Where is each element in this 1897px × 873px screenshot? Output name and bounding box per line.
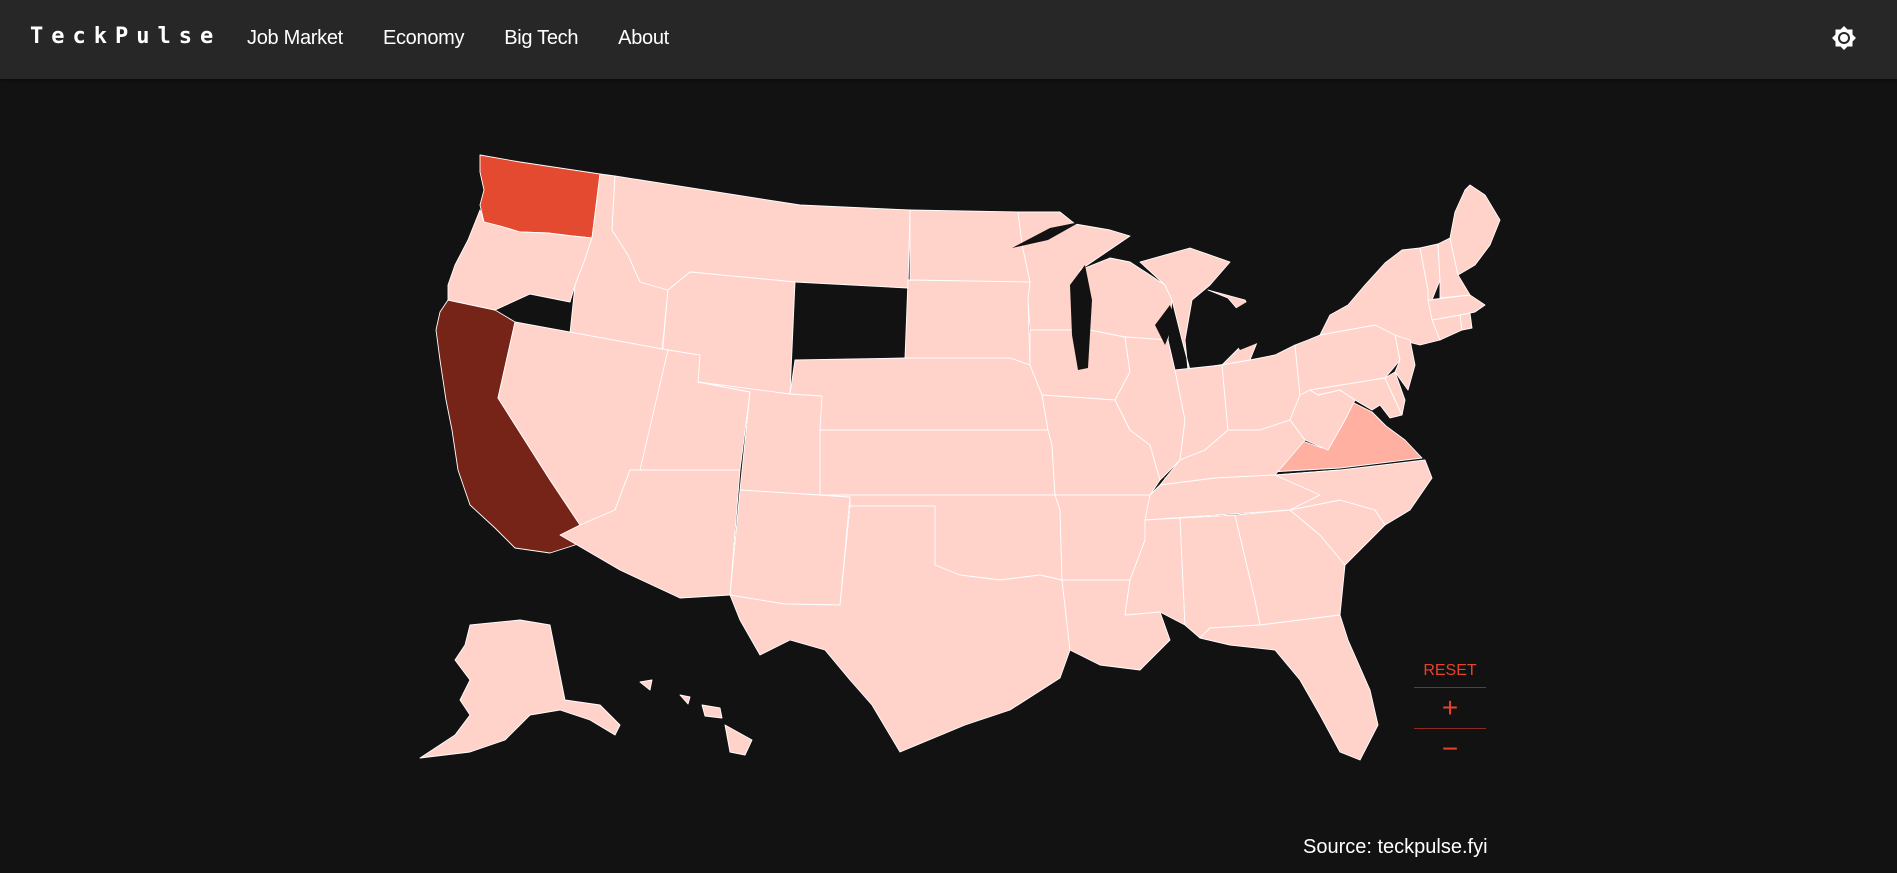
nav-link-economy[interactable]: Economy — [383, 27, 465, 50]
nav-link-big-tech[interactable]: Big Tech — [504, 27, 578, 50]
state-ak[interactable]: Alaska — [419, 619, 621, 759]
state-ri[interactable]: Rhode Island — [1459, 312, 1473, 331]
nav-link-job-market[interactable]: Job Market — [247, 27, 343, 50]
state-mt[interactable]: Montana — [611, 175, 911, 291]
nav-link-about[interactable]: About — [618, 27, 669, 50]
source-caption: Source: teckpulse.fyi — [1303, 836, 1488, 858]
state-me[interactable]: Maine — [1449, 184, 1501, 276]
state-hi[interactable]: Hawaii — [639, 679, 753, 756]
top-navbar: TeckPulse Job Market Economy Big Tech Ab… — [0, 0, 1897, 79]
theme-toggle-button[interactable] — [1830, 24, 1858, 54]
great-lake-3 — [1220, 300, 1272, 350]
us-choropleth-map[interactable]: CaliforniaWashingtonVirginiaOregonIdahoM… — [0, 79, 1897, 873]
state-fl[interactable]: Florida — [1199, 614, 1379, 761]
brightness-icon — [1832, 26, 1856, 50]
zoom-in-button[interactable]: + — [1414, 688, 1486, 729]
state-sd[interactable]: South Dakota — [904, 279, 1031, 366]
nav-links: Job Market Economy Big Tech About — [247, 27, 709, 50]
map-zoom-controls: RESET + − — [1414, 655, 1486, 769]
reset-button[interactable]: RESET — [1414, 655, 1486, 688]
state-ks[interactable]: Kansas — [819, 429, 1056, 496]
map-container[interactable]: CaliforniaWashingtonVirginiaOregonIdahoM… — [0, 79, 1897, 873]
state-nd[interactable]: North Dakota — [909, 209, 1031, 283]
brand-logo[interactable]: TeckPulse — [30, 24, 221, 49]
zoom-out-button[interactable]: − — [1414, 729, 1486, 769]
state-ne[interactable]: Nebraska — [789, 357, 1049, 431]
state-nm[interactable]: New Mexico — [729, 489, 851, 611]
